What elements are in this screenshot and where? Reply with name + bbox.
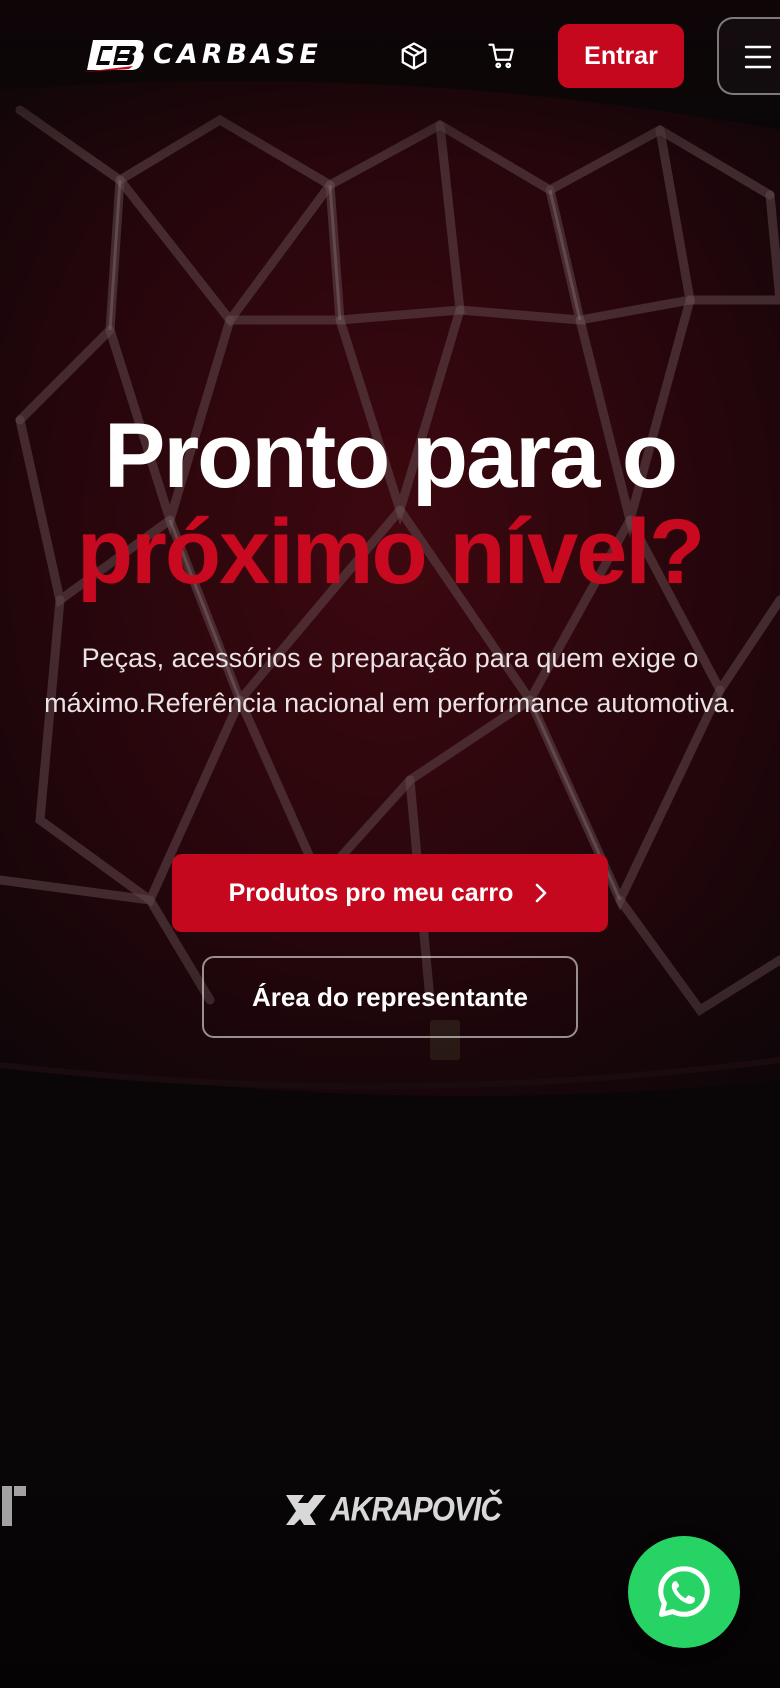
whatsapp-icon (658, 1566, 710, 1617)
brand-name: CARBASE (153, 38, 322, 70)
carbase-logo[interactable]: CARBASE (83, 36, 322, 72)
representative-area-button[interactable]: Área do representante (202, 956, 578, 1038)
menu-button[interactable] (717, 17, 780, 95)
cb-logo-mark-icon (83, 40, 144, 72)
site-header: CARBASE Entrar (0, 0, 780, 110)
login-button[interactable]: Entrar (558, 24, 684, 88)
chevron-right-icon (536, 883, 547, 903)
whatsapp-button[interactable] (628, 1536, 740, 1648)
box-icon (401, 42, 427, 70)
hero-background (0, 0, 780, 1688)
cart-icon (488, 43, 514, 69)
hero-title-line1: Pronto para o (103, 405, 678, 507)
orders-box-button[interactable] (394, 36, 434, 76)
hero-subtitle: Peças, acessórios e preparação para quem… (44, 643, 736, 718)
brand-carousel (0, 1480, 780, 1540)
products-for-my-car-button[interactable]: Produtos pro meu carro (172, 854, 608, 932)
products-for-my-car-label: Produtos pro meu carro (228, 878, 514, 907)
cart-button[interactable] (482, 36, 522, 76)
hero-title: Pronto para o próximo nível? (0, 408, 780, 600)
hero-title-line2: próximo nível? (76, 501, 705, 603)
menu-icon (744, 45, 772, 69)
